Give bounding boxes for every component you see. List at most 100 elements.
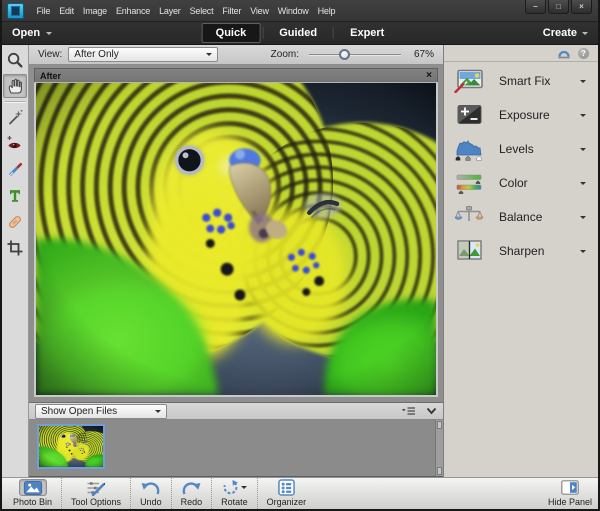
type-icon bbox=[6, 187, 24, 205]
zoom-value: 67% bbox=[408, 49, 434, 60]
menu-filter[interactable]: Filter bbox=[218, 0, 246, 21]
menu-file[interactable]: File bbox=[32, 0, 55, 21]
adjustment-color[interactable]: Color bbox=[444, 166, 598, 200]
menu-edit[interactable]: Edit bbox=[55, 0, 79, 21]
chevron-down-icon bbox=[580, 114, 586, 120]
levels-icon bbox=[454, 137, 484, 161]
create-label: Create bbox=[543, 27, 577, 39]
show-open-files-value: Show Open Files bbox=[41, 406, 117, 417]
organizer-button[interactable]: Organizer bbox=[257, 478, 316, 509]
image-frame-header: After × bbox=[34, 68, 438, 82]
undo-icon bbox=[141, 479, 161, 496]
chevron-down-icon bbox=[580, 250, 586, 256]
photo-bin-icon bbox=[19, 479, 47, 496]
tab-expert[interactable]: Expert bbox=[336, 23, 398, 43]
photo-canvas[interactable] bbox=[34, 82, 438, 397]
chevron-down-icon bbox=[580, 216, 586, 222]
chevron-down-icon bbox=[582, 32, 588, 38]
chevron-down-icon bbox=[155, 410, 161, 416]
zoom-slider-thumb[interactable] bbox=[339, 49, 350, 60]
menu-layer[interactable]: Layer bbox=[155, 0, 186, 21]
budgerigars-photo bbox=[36, 83, 436, 395]
create-button[interactable]: Create bbox=[543, 27, 588, 39]
taskbar-label: Redo bbox=[181, 497, 203, 507]
adjustment-label: Balance bbox=[499, 210, 580, 224]
zoom-slider[interactable] bbox=[309, 49, 401, 61]
chevron-down-icon bbox=[426, 407, 437, 415]
adjustment-exposure[interactable]: Exposure bbox=[444, 98, 598, 132]
main-area: View: After Only Zoom: 67% After × bbox=[2, 45, 598, 477]
redo-button[interactable]: Redo bbox=[171, 478, 212, 509]
spot-healing-brush-tool[interactable] bbox=[3, 210, 27, 234]
adjustment-smart-fix[interactable]: Smart Fix bbox=[444, 64, 598, 98]
taskbar-label: Tool Options bbox=[71, 497, 121, 507]
adjustment-balance[interactable]: Balance bbox=[444, 200, 598, 234]
rotate-button[interactable]: Rotate bbox=[211, 478, 257, 509]
menu-select[interactable]: Select bbox=[185, 0, 218, 21]
hand-icon bbox=[6, 77, 24, 95]
hand-tool[interactable] bbox=[3, 74, 27, 98]
reset-icon[interactable] bbox=[557, 48, 571, 59]
maximize-button[interactable]: □ bbox=[548, 0, 569, 14]
zoom-tool[interactable] bbox=[3, 48, 27, 72]
type-tool[interactable] bbox=[3, 184, 27, 208]
wand-icon bbox=[6, 109, 24, 127]
red-eye-removal-tool[interactable] bbox=[3, 132, 27, 156]
whiten-teeth-tool[interactable] bbox=[3, 158, 27, 182]
menu-help[interactable]: Help bbox=[313, 0, 340, 21]
bin-collapse-button[interactable] bbox=[426, 407, 437, 415]
help-icon[interactable]: ? bbox=[578, 48, 589, 59]
adjustments-panel: ? Smart Fix bbox=[443, 45, 598, 477]
app-logo-icon bbox=[7, 3, 24, 19]
photo-bin-header: Show Open Files bbox=[29, 402, 443, 420]
menu-enhance[interactable]: Enhance bbox=[111, 0, 154, 21]
tool-options-button[interactable]: Tool Options bbox=[61, 478, 130, 509]
tool-palette bbox=[2, 45, 29, 477]
show-open-files-dropdown[interactable]: Show Open Files bbox=[35, 404, 167, 419]
zoom-slider-track bbox=[309, 54, 401, 56]
tab-separator bbox=[333, 27, 334, 39]
bin-menu-button[interactable] bbox=[401, 406, 416, 416]
adjustment-label: Levels bbox=[499, 142, 580, 156]
minimize-button[interactable]: – bbox=[525, 0, 546, 14]
crop-icon bbox=[6, 239, 24, 257]
redo-icon bbox=[181, 479, 201, 496]
chevron-down-icon bbox=[580, 80, 586, 86]
magnifier-icon bbox=[6, 51, 24, 69]
chevron-down-icon bbox=[46, 32, 52, 38]
app-window: File Edit Image Enhance Layer Select Fil… bbox=[0, 0, 600, 511]
photo-bin-button[interactable]: Photo Bin bbox=[4, 478, 61, 509]
undo-button[interactable]: Undo bbox=[130, 478, 171, 509]
organizer-icon bbox=[278, 479, 295, 496]
close-icon[interactable]: × bbox=[426, 71, 432, 81]
color-icon bbox=[454, 171, 484, 195]
close-button[interactable]: × bbox=[571, 0, 592, 14]
tab-quick[interactable]: Quick bbox=[202, 23, 261, 43]
canvas-area: After × bbox=[29, 65, 443, 402]
adjustment-label: Smart Fix bbox=[499, 74, 580, 88]
taskbar-label: Rotate bbox=[221, 497, 248, 507]
menu-view[interactable]: View bbox=[246, 0, 274, 21]
bin-scrollbar[interactable] bbox=[435, 420, 443, 476]
editor-center: View: After Only Zoom: 67% After × bbox=[29, 45, 443, 477]
menu-image[interactable]: Image bbox=[78, 0, 111, 21]
adjustment-label: Sharpen bbox=[499, 244, 580, 258]
frame-label: After bbox=[40, 71, 61, 81]
red-eye-icon bbox=[6, 135, 24, 153]
view-dropdown[interactable]: After Only bbox=[68, 47, 218, 62]
menu-window[interactable]: Window bbox=[273, 0, 313, 21]
smart-fix-icon bbox=[454, 69, 484, 93]
open-button[interactable]: Open bbox=[12, 27, 52, 39]
taskbar-label: Hide Panel bbox=[548, 497, 592, 507]
options-bar: View: After Only Zoom: 67% bbox=[29, 45, 443, 65]
quick-selection-tool[interactable] bbox=[3, 106, 27, 130]
adjustment-levels[interactable]: Levels bbox=[444, 132, 598, 166]
tab-guided[interactable]: Guided bbox=[265, 23, 331, 43]
open-file-thumbnail[interactable] bbox=[37, 424, 105, 469]
chevron-down-icon bbox=[580, 182, 586, 188]
crop-tool[interactable] bbox=[3, 236, 27, 260]
open-label: Open bbox=[12, 27, 40, 39]
hide-panel-button[interactable]: Hide Panel bbox=[539, 478, 596, 509]
adjustment-sharpen[interactable]: Sharpen bbox=[444, 234, 598, 268]
action-bar: Open Quick Guided Expert Create bbox=[2, 22, 598, 45]
